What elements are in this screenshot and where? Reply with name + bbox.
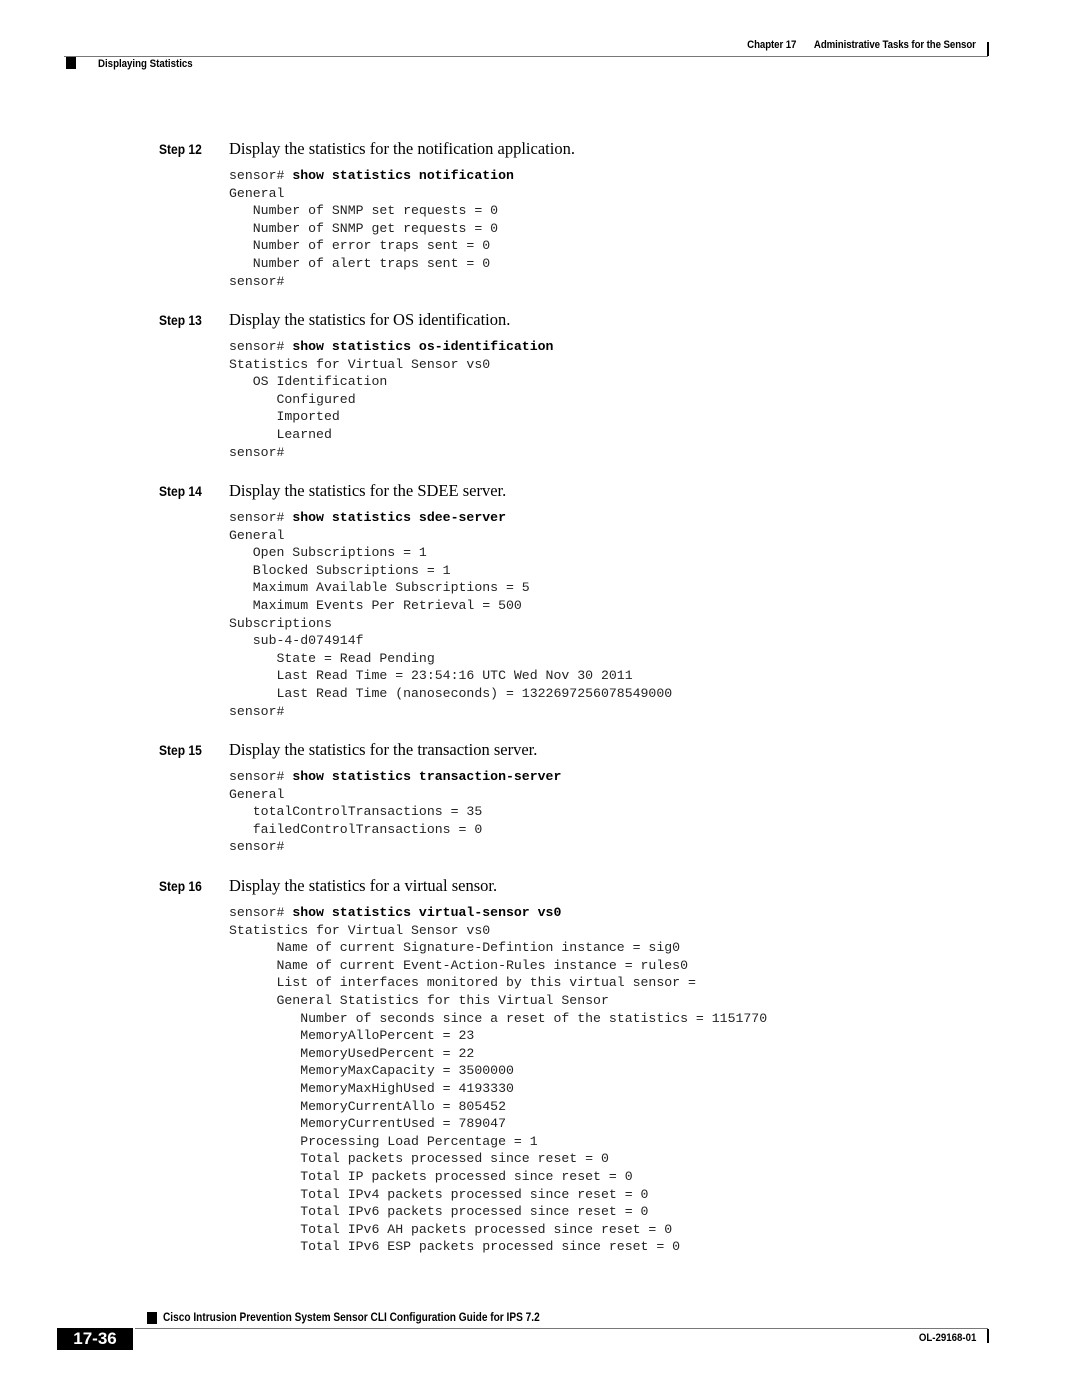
output-line: Statistics for Virtual Sensor vs0 (229, 356, 491, 372)
page-number: 17-36 (57, 1328, 133, 1350)
chapter-title: Administrative Tasks for the Sensor (814, 39, 976, 51)
output-line: MemoryCurrentUsed = 789047 (229, 1116, 506, 1132)
output-line: General (229, 185, 285, 201)
doc-number: OL-29168-01 (918, 1332, 976, 1344)
output-line: MemoryMaxCapacity = 3500000 (229, 1063, 514, 1079)
code-block: sensor# show statistics os-identificatio… (229, 338, 553, 461)
output-line: List of interfaces monitored by this vir… (229, 975, 696, 991)
output-line: Total IPv6 packets processed since reset… (229, 1204, 649, 1220)
header-bar-marker (987, 42, 989, 56)
command: show statistics virtual-sensor vs0 (292, 905, 562, 920)
output-line: OS Identification (229, 374, 388, 390)
step-title: Display the statistics for the SDEE serv… (229, 481, 507, 500)
output-line: MemoryMaxHighUsed = 4193330 (229, 1080, 514, 1096)
command-line: sensor# show statistics os-identificatio… (229, 338, 553, 356)
step-label: Step 12 (159, 141, 202, 157)
section-title: Displaying Statistics (98, 58, 193, 70)
output-line: totalControlTransactions = 35 (229, 804, 483, 820)
output-line: sensor# (229, 703, 285, 719)
output-line: Imported (229, 409, 340, 425)
output-line: MemoryAlloPercent = 23 (229, 1028, 475, 1044)
footer-rule (135, 1328, 988, 1329)
output-line: General (229, 786, 285, 802)
output-line: sub-4-d074914f (229, 633, 364, 649)
output-line: Configured (229, 391, 356, 407)
output-line: Number of alert traps sent = 0 (229, 255, 491, 271)
output-line: Last Read Time (nanoseconds) = 132269725… (229, 685, 673, 701)
output-line: Open Subscriptions = 1 (229, 545, 427, 561)
output-line: Number of error traps sent = 0 (229, 238, 491, 254)
command: show statistics transaction-server (292, 769, 562, 784)
output-line: Statistics for Virtual Sensor vs0 (229, 922, 491, 938)
step-title: Display the statistics for OS identifica… (229, 310, 511, 329)
output-line: Total IPv6 ESP packets processed since r… (229, 1239, 681, 1255)
output-line: MemoryUsedPercent = 22 (229, 1045, 475, 1061)
output-line: Name of current Event-Action-Rules insta… (229, 957, 688, 973)
code-block: sensor# show statistics sdee-server Gener… (229, 509, 672, 720)
command: show statistics os-identification (292, 339, 554, 354)
footer-bar-marker (987, 1329, 989, 1343)
command: show statistics sdee-server (292, 510, 506, 525)
command-line: sensor# show statistics transaction-serv… (229, 768, 561, 786)
step-title: Display the statistics for the notificat… (229, 139, 575, 158)
code-block: sensor# show statistics transaction-serv… (229, 768, 561, 856)
header-square-marker (66, 57, 76, 69)
code-block: sensor# show statistics notification Gene… (229, 167, 514, 290)
output-line: Maximum Events Per Retrieval = 500 (229, 597, 522, 613)
command-line: sensor# show statistics sdee-server (229, 509, 672, 527)
output-line: MemoryCurrentAllo = 805452 (229, 1098, 506, 1114)
step-label: Step 13 (159, 312, 202, 328)
running-header-chapter: Chapter 17 Administrative Tasks for the S… (747, 39, 976, 51)
output-line: Name of current Signature-Defintion inst… (229, 940, 681, 956)
guide-title: Cisco Intrusion Prevention System Sensor… (163, 1312, 540, 1324)
step-title: Display the statistics for the transacti… (229, 740, 538, 759)
output-line: Subscriptions (229, 615, 332, 631)
prompt: sensor# (229, 905, 293, 920)
prompt: sensor# (229, 769, 293, 784)
output-line: Blocked Subscriptions = 1 (229, 562, 451, 578)
output-line: Total IP packets processed since reset =… (229, 1168, 633, 1184)
header-rule (64, 56, 988, 57)
chapter-label: Chapter 17 (747, 39, 797, 51)
output-line: Learned (229, 426, 332, 442)
step-label: Step 16 (159, 878, 202, 894)
command-line: sensor# show statistics notification (229, 167, 514, 185)
output-line: Number of SNMP get requests = 0 (229, 220, 499, 236)
step-label: Step 15 (159, 742, 202, 758)
output-line: Total IPv4 packets processed since reset… (229, 1186, 649, 1202)
prompt: sensor# (229, 339, 293, 354)
prompt: sensor# (229, 510, 293, 525)
output-line: Number of seconds since a reset of the s… (229, 1010, 768, 1026)
step-label: Step 14 (159, 483, 202, 499)
output-line: Number of SNMP set requests = 0 (229, 203, 499, 219)
code-block: sensor# show statistics virtual-sensor v… (229, 904, 767, 1256)
output-line: sensor# (229, 273, 285, 289)
output-line: sensor# (229, 839, 285, 855)
output-line: sensor# (229, 444, 285, 460)
output-line: Last Read Time = 23:54:16 UTC Wed Nov 30… (229, 668, 633, 684)
output-line: Total packets processed since reset = 0 (229, 1151, 609, 1167)
prompt: sensor# (229, 168, 293, 183)
output-line: General (229, 527, 285, 543)
step-title: Display the statistics for a virtual sen… (229, 876, 498, 895)
command: show statistics notification (292, 168, 514, 183)
output-line: General Statistics for this Virtual Sens… (229, 992, 609, 1008)
output-line: failedControlTransactions = 0 (229, 821, 483, 837)
output-line: Maximum Available Subscriptions = 5 (229, 580, 530, 596)
output-line: Total IPv6 AH packets processed since re… (229, 1221, 673, 1237)
output-line: State = Read Pending (229, 650, 435, 666)
footer-square-marker (147, 1312, 157, 1324)
output-line: Processing Load Percentage = 1 (229, 1133, 538, 1149)
command-line: sensor# show statistics virtual-sensor v… (229, 904, 767, 922)
